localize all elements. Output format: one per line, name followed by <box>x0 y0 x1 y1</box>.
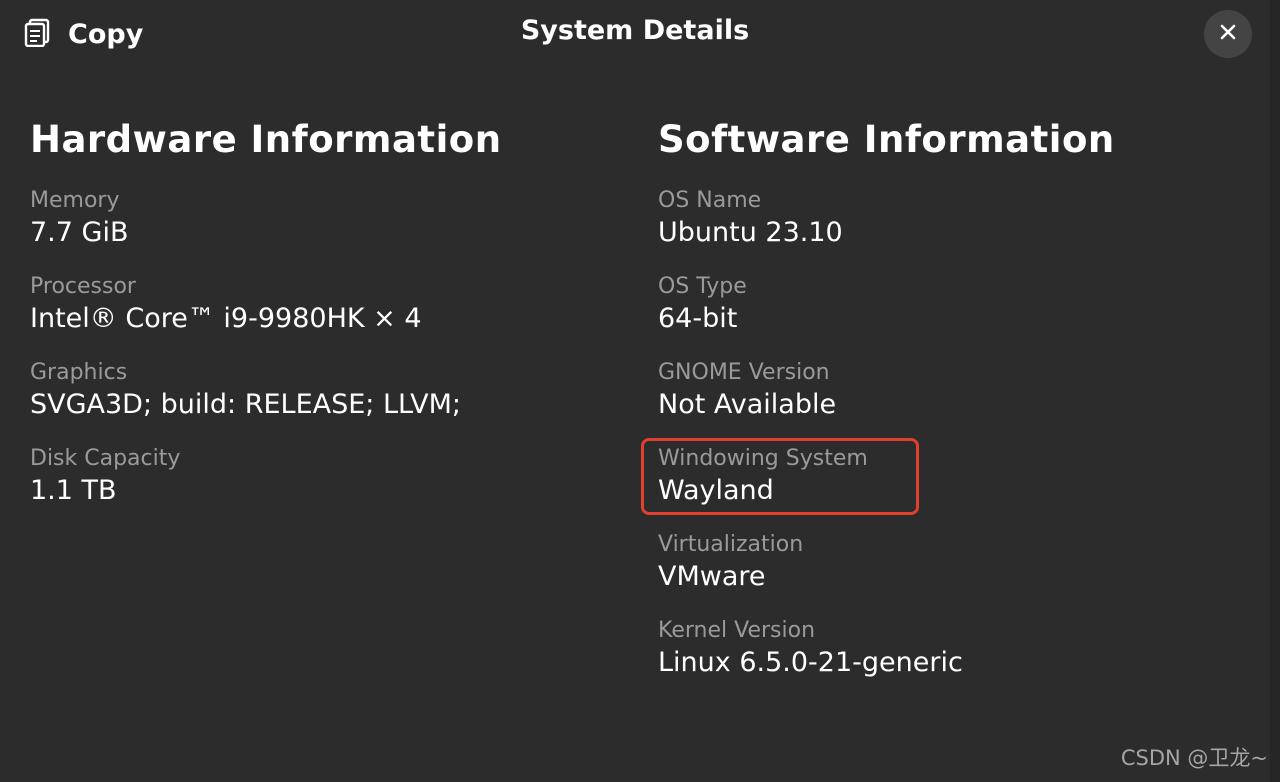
virtualization-label: Virtualization <box>658 532 804 557</box>
disk-capacity-item: Disk Capacity 1.1 TB <box>30 444 180 508</box>
kernel-version-item: Kernel Version Linux 6.5.0-21-generic <box>658 616 963 680</box>
os-type-value: 64-bit <box>658 303 738 334</box>
gnome-version-value: Not Available <box>658 389 837 420</box>
processor-label: Processor <box>30 274 136 299</box>
software-section: Software Information OS Name Ubuntu 23.1… <box>658 114 1115 678</box>
hardware-section: Hardware Information Memory 7.7 GiB Proc… <box>30 114 502 506</box>
graphics-label: Graphics <box>30 360 128 385</box>
annotation-highlight-box <box>641 438 919 515</box>
graphics-value: SVGA3D; build: RELEASE; LLVM; <box>30 389 461 420</box>
gnome-version-item: GNOME Version Not Available <box>658 358 836 422</box>
memory-label: Memory <box>30 188 120 213</box>
os-type-item: OS Type 64-bit <box>658 272 747 336</box>
hardware-title: Hardware Information <box>30 118 502 161</box>
disk-capacity-label: Disk Capacity <box>30 446 181 471</box>
processor-value: Intel® Core™ i9-9980HK × 4 <box>30 303 422 334</box>
software-title: Software Information <box>658 118 1115 161</box>
memory-value: 7.7 GiB <box>30 217 129 248</box>
close-button[interactable] <box>1204 10 1252 58</box>
kernel-version-label: Kernel Version <box>658 618 816 643</box>
watermark: CSDN @卫龙~ <box>1120 746 1268 770</box>
virtualization-value: VMware <box>658 561 766 592</box>
gnome-version-label: GNOME Version <box>658 360 830 385</box>
os-name-value: Ubuntu 23.10 <box>658 217 843 248</box>
virtualization-item: Virtualization VMware <box>658 530 803 594</box>
dialog-title: System Details <box>520 15 750 46</box>
window-edge <box>1270 0 1280 782</box>
os-name-label: OS Name <box>658 188 762 213</box>
memory-item: Memory 7.7 GiB <box>30 186 128 250</box>
graphics-item: Graphics SVGA3D; build: RELEASE; LLVM; <box>30 358 461 422</box>
os-type-label: OS Type <box>658 274 747 299</box>
disk-capacity-value: 1.1 TB <box>30 475 117 506</box>
dialog-header: Copy System Details <box>0 0 1280 70</box>
os-name-item: OS Name Ubuntu 23.10 <box>658 186 843 250</box>
processor-item: Processor Intel® Core™ i9-9980HK × 4 <box>30 272 422 336</box>
kernel-version-value: Linux 6.5.0-21-generic <box>658 647 963 678</box>
close-icon <box>1218 22 1238 46</box>
